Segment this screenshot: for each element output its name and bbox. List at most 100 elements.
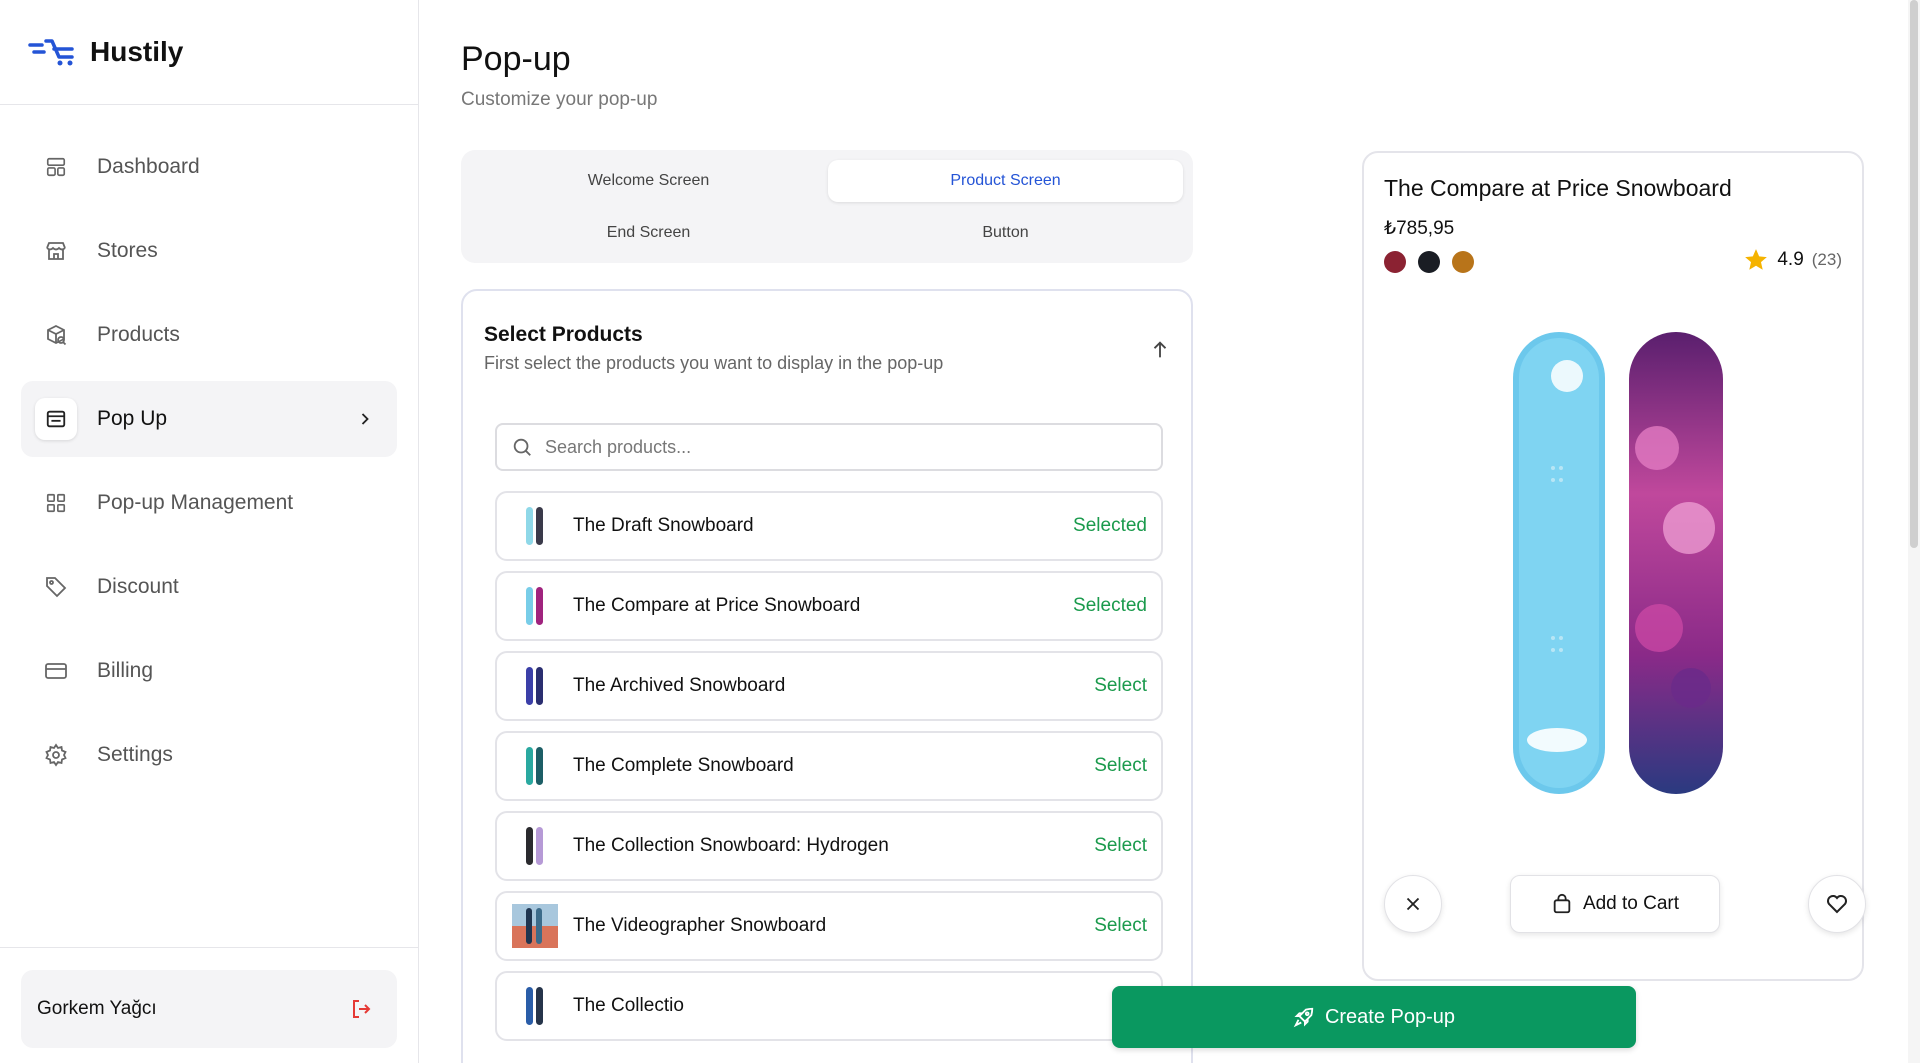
- list-item[interactable]: The Videographer Snowboard Select: [495, 891, 1163, 961]
- product-name: The Archived Snowboard: [573, 675, 786, 696]
- rating-count: (23): [1811, 250, 1842, 269]
- sidebar-item-settings[interactable]: Settings: [21, 717, 397, 793]
- tab-product-screen[interactable]: Product Screen: [828, 160, 1183, 202]
- color-swatch[interactable]: [1384, 251, 1406, 273]
- color-swatch[interactable]: [1452, 251, 1474, 273]
- product-select-status[interactable]: Select: [1094, 835, 1147, 857]
- sidebar-item-label: Pop Up: [97, 407, 168, 430]
- gear-icon: [43, 742, 69, 768]
- product-name: The Compare at Price Snowboard: [573, 595, 861, 616]
- scrollbar-thumb[interactable]: [1910, 0, 1918, 548]
- product-select-status[interactable]: Select: [1094, 675, 1147, 697]
- preview-price: ₺785,95: [1384, 218, 1455, 239]
- create-popup-button[interactable]: Create Pop-up: [1112, 986, 1636, 1048]
- product-name: The Videographer Snowboard: [573, 915, 827, 936]
- chevron-right-icon: [361, 413, 369, 425]
- sidebar-item-label: Stores: [97, 239, 158, 262]
- list-item[interactable]: The Archived Snowboard Select: [495, 651, 1163, 721]
- product-select-status[interactable]: Selected: [1073, 515, 1147, 537]
- tab-button[interactable]: Button: [828, 212, 1183, 254]
- list-item[interactable]: The Draft Snowboard Selected: [495, 491, 1163, 561]
- product-name: The Draft Snowboard: [573, 515, 754, 536]
- sidebar-footer: Gorkem Yağcı: [0, 947, 418, 1063]
- product-image: [1513, 332, 1723, 794]
- product-thumbnail: [511, 983, 559, 1029]
- grid-icon: [43, 490, 69, 516]
- credit-card-icon: [43, 658, 69, 684]
- close-icon: [1406, 897, 1420, 911]
- arrow-up-icon[interactable]: [1149, 339, 1171, 361]
- popup-preview: The Compare at Price Snowboard ₺785,95 4…: [1362, 151, 1866, 981]
- popup-icon: [35, 398, 77, 440]
- list-item[interactable]: The Collection Snowboard: Hydrogen Selec…: [495, 811, 1163, 881]
- product-thumbnail: [511, 823, 559, 869]
- hustily-cart-logo-icon: [28, 39, 74, 66]
- list-item[interactable]: The Complete Snowboard Select: [495, 731, 1163, 801]
- preview-actions: Add to Cart: [1384, 875, 1866, 935]
- sidebar-item-stores[interactable]: Stores: [21, 213, 397, 289]
- product-name: The Collectio: [573, 995, 684, 1016]
- logout-icon[interactable]: [349, 997, 373, 1021]
- product-thumbnail: [511, 503, 559, 549]
- wishlist-button[interactable]: [1808, 875, 1866, 933]
- list-item[interactable]: The Compare at Price Snowboard Selected: [495, 571, 1163, 641]
- search-icon: [513, 438, 531, 456]
- sidebar-item-label: Billing: [97, 659, 154, 682]
- sidebar: Hustily Dashboard Stores Products Pop Up: [0, 0, 419, 1063]
- close-button[interactable]: [1384, 875, 1442, 933]
- sidebar-item-billing[interactable]: Billing: [21, 633, 397, 709]
- product-thumbnail: [511, 663, 559, 709]
- user-card[interactable]: Gorkem Yağcı: [21, 970, 397, 1048]
- product-select-status[interactable]: Select: [1094, 915, 1147, 937]
- product-thumbnail: [511, 583, 559, 629]
- color-swatch[interactable]: [1418, 251, 1440, 273]
- product-select-status[interactable]: Select: [1094, 755, 1147, 777]
- tab-end-screen[interactable]: End Screen: [471, 212, 826, 254]
- rating-value: 4.9: [1777, 249, 1804, 270]
- sidebar-nav: Dashboard Stores Products Pop Up Pop-up …: [0, 105, 418, 793]
- rating: 4.9 (23): [1743, 247, 1842, 273]
- screen-tabs: Welcome Screen Product Screen End Screen…: [461, 150, 1193, 263]
- list-item[interactable]: The Collectio: [495, 971, 1163, 1041]
- dashboard-icon: [43, 154, 69, 180]
- tab-welcome-screen[interactable]: Welcome Screen: [471, 160, 826, 202]
- sidebar-item-pop-up-management[interactable]: Pop-up Management: [21, 465, 397, 541]
- tag-icon: [43, 574, 69, 600]
- product-list: The Draft Snowboard Selected The Compare…: [495, 491, 1163, 1051]
- sidebar-item-label: Products: [97, 323, 180, 346]
- add-to-cart-label: Add to Cart: [1582, 893, 1680, 914]
- search-box: [495, 423, 1163, 471]
- product-name: The Complete Snowboard: [573, 755, 794, 776]
- panel-title: Select Products: [484, 323, 643, 346]
- sidebar-item-products[interactable]: Products: [21, 297, 397, 373]
- page-scrollbar[interactable]: [1908, 0, 1920, 1063]
- star-icon: [1745, 249, 1768, 270]
- preview-product-title: The Compare at Price Snowboard: [1384, 175, 1732, 201]
- product-thumbnail: [511, 903, 559, 949]
- product-thumbnail: [511, 743, 559, 789]
- create-popup-label: Create Pop-up: [1324, 1005, 1456, 1028]
- sidebar-item-label: Settings: [97, 743, 173, 766]
- brand-name: Hustily: [90, 36, 184, 67]
- store-icon: [43, 238, 69, 264]
- search-input[interactable]: [545, 436, 1145, 458]
- panel-description: First select the products you want to di…: [484, 353, 944, 373]
- sidebar-item-discount[interactable]: Discount: [21, 549, 397, 625]
- select-products-panel: Select Products First select the product…: [461, 289, 1193, 1063]
- rocket-icon: [1293, 1007, 1314, 1028]
- add-to-cart-button[interactable]: Add to Cart: [1510, 875, 1720, 933]
- sidebar-item-pop-up[interactable]: Pop Up: [21, 381, 397, 457]
- brand[interactable]: Hustily: [0, 0, 418, 105]
- main-content: Pop-up Customize your pop-up Welcome Scr…: [420, 0, 1920, 1063]
- sidebar-item-label: Pop-up Management: [97, 491, 294, 514]
- shopping-bag-icon: [1553, 893, 1571, 914]
- color-swatches: [1384, 251, 1486, 273]
- user-name: Gorkem Yağcı: [37, 998, 157, 1019]
- page-subtitle: Customize your pop-up: [461, 89, 658, 110]
- page-title: Pop-up: [461, 40, 571, 78]
- package-icon: [43, 322, 69, 348]
- sidebar-item-dashboard[interactable]: Dashboard: [21, 129, 397, 205]
- sidebar-item-label: Discount: [97, 575, 179, 598]
- product-select-status[interactable]: Selected: [1073, 595, 1147, 617]
- sidebar-item-label: Dashboard: [97, 155, 200, 178]
